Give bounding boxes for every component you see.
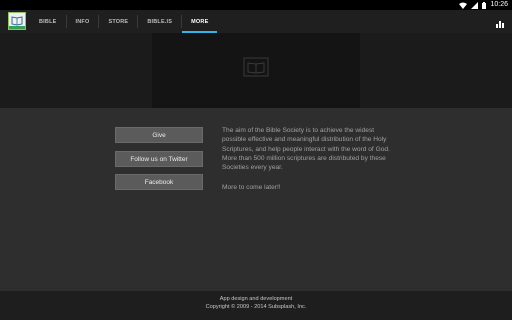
tab-bible-is[interactable]: BIBLE.IS <box>138 10 181 33</box>
status-bar: 10:26 <box>0 0 512 10</box>
logo-accent-bar <box>9 26 25 29</box>
banner-strip <box>0 33 512 108</box>
status-icons: 10:26 <box>459 0 508 10</box>
about-text: The aim of the Bible Society is to achie… <box>222 127 390 172</box>
bar-chart-icon[interactable] <box>495 16 505 28</box>
give-button[interactable]: Give <box>115 127 203 143</box>
status-time: 10:26 <box>490 1 508 8</box>
bible-society-logo-icon <box>243 57 269 82</box>
more-content: Give Follow us on Twitter Facebook The a… <box>0 108 512 291</box>
twitter-button[interactable]: Follow us on Twitter <box>115 151 203 167</box>
tab-more[interactable]: MORE <box>182 10 218 33</box>
tab-bible[interactable]: BIBLE <box>30 10 66 33</box>
footer-copyright: Copyright © 2009 - 2014 Subsplash, Inc. <box>205 304 307 310</box>
tab-store[interactable]: STORE <box>99 10 137 33</box>
facebook-button[interactable]: Facebook <box>115 174 203 190</box>
footer: App design and development Copyright © 2… <box>0 291 512 320</box>
more-later-text: More to come later!! <box>222 184 281 191</box>
banner-image <box>152 33 360 108</box>
footer-credit: App design and development <box>219 296 293 302</box>
tab-bar: BIBLE INFO STORE BIBLE.IS MORE <box>30 10 218 33</box>
book-logo-icon[interactable] <box>8 12 26 30</box>
tab-info[interactable]: INFO <box>67 10 99 33</box>
app-bar: BIBLE INFO STORE BIBLE.IS MORE <box>0 10 512 33</box>
